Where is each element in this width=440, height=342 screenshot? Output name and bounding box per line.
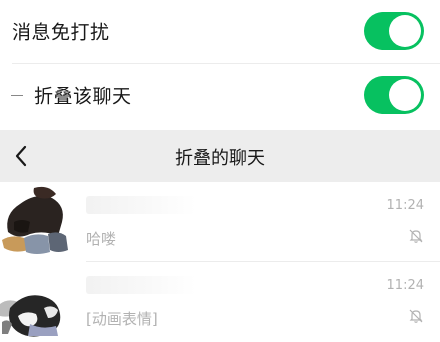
chat-name-redacted (86, 276, 196, 294)
chat-time: 11:24 (386, 198, 424, 213)
avatar (0, 264, 74, 338)
chat-time: 11:24 (386, 278, 424, 293)
dash-mark (11, 95, 23, 96)
bell-muted-icon (409, 309, 423, 323)
mute-toggle[interactable] (364, 12, 424, 50)
avatar (0, 184, 74, 258)
mute-setting-row[interactable]: 消息免打扰 (0, 0, 440, 64)
chat-preview: 哈喽 (86, 230, 117, 248)
chat-name-redacted (86, 196, 196, 214)
mute-label: 消息免打扰 (12, 21, 110, 44)
page-title: 折叠的聊天 (175, 148, 265, 169)
chat-list-item[interactable]: 哈喽 11:24 (0, 182, 440, 262)
chat-preview: [动画表情] (86, 310, 158, 328)
fold-label: 折叠该聊天 (34, 85, 132, 108)
fold-setting-row[interactable]: 折叠该聊天 (0, 64, 440, 126)
toggle-knob (389, 79, 421, 111)
navigation-bar: 折叠的聊天 (0, 130, 440, 182)
fold-toggle[interactable] (364, 76, 424, 114)
folded-chat-list: 哈喽 11:24 [动画表情] 11:24 (0, 182, 440, 342)
bell-muted-icon (409, 229, 423, 243)
chat-settings: 消息免打扰 折叠该聊天 (0, 0, 440, 126)
toggle-knob (389, 15, 421, 47)
chat-list-item[interactable]: [动画表情] 11:24 (0, 262, 440, 342)
